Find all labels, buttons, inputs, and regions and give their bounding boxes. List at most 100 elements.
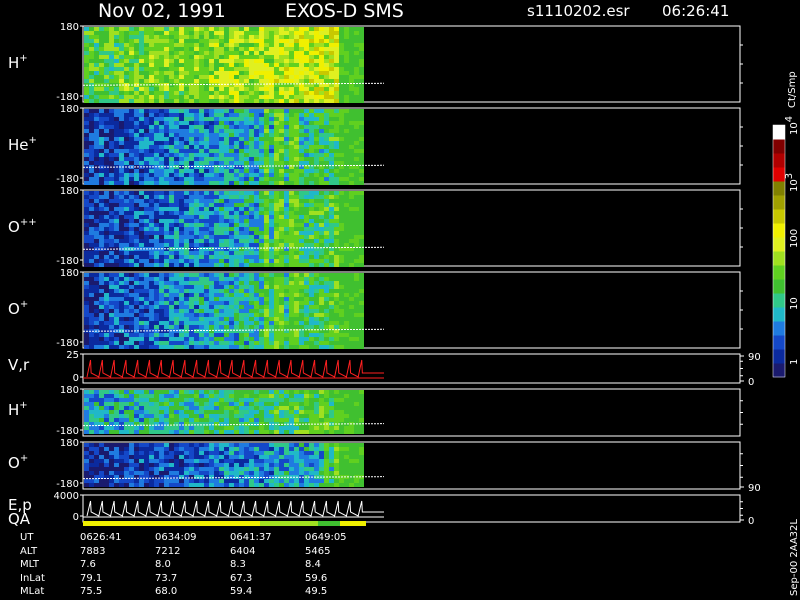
cell (294, 59, 299, 63)
cell (124, 390, 129, 394)
cell (114, 223, 119, 227)
cell (254, 219, 259, 223)
cell (294, 203, 299, 207)
cell (354, 281, 359, 285)
cell (89, 129, 94, 133)
cell (264, 47, 269, 51)
cell (249, 27, 254, 31)
cell (314, 239, 319, 243)
cell (84, 394, 89, 398)
cell (359, 297, 364, 301)
cell (149, 410, 154, 414)
cell (194, 157, 199, 161)
cell (264, 181, 269, 185)
cell (124, 219, 129, 223)
cell (324, 227, 329, 231)
cell (354, 203, 359, 207)
cell (239, 414, 244, 418)
cell (144, 255, 149, 259)
cell (99, 243, 104, 247)
cell (349, 341, 354, 345)
cell (334, 430, 339, 434)
cell (244, 169, 249, 173)
cell (234, 51, 239, 55)
cell (114, 337, 119, 341)
cell (254, 161, 259, 165)
cell (129, 203, 134, 207)
cell (329, 191, 334, 195)
cell (314, 231, 319, 235)
cell (319, 113, 324, 117)
cell (199, 231, 204, 235)
cell (99, 161, 104, 165)
cell (159, 281, 164, 285)
cell (319, 398, 324, 402)
cell (219, 297, 224, 301)
cell (249, 125, 254, 129)
cell (314, 410, 319, 414)
cell (354, 31, 359, 35)
cell (289, 325, 294, 329)
cell (239, 231, 244, 235)
cell (309, 75, 314, 79)
cell (234, 169, 239, 173)
cell (134, 255, 139, 259)
cell (294, 251, 299, 255)
cell (264, 121, 269, 125)
cell (329, 199, 334, 203)
cell (274, 341, 279, 345)
cell (259, 145, 264, 149)
cell (169, 173, 174, 177)
cell (339, 63, 344, 67)
cell (254, 277, 259, 281)
cell (194, 398, 199, 402)
cell (119, 301, 124, 305)
cell (244, 211, 249, 215)
cell (194, 67, 199, 71)
cell (144, 309, 149, 313)
cell (254, 418, 259, 422)
cell (229, 79, 234, 83)
cell (224, 426, 229, 430)
cell (264, 169, 269, 173)
cell (329, 79, 334, 83)
cell (284, 157, 289, 161)
cell (199, 99, 204, 103)
cell (109, 199, 114, 203)
cell (159, 406, 164, 410)
cell (294, 414, 299, 418)
cell (84, 199, 89, 203)
cell (219, 422, 224, 426)
cell (109, 277, 114, 281)
cell (239, 43, 244, 47)
cell (269, 113, 274, 117)
cell (149, 27, 154, 31)
cell (99, 394, 104, 398)
cell (124, 309, 129, 313)
cell (119, 67, 124, 71)
cell (184, 406, 189, 410)
cell (344, 145, 349, 149)
cell (179, 137, 184, 141)
cell (99, 27, 104, 31)
cell (304, 337, 309, 341)
cell (349, 91, 354, 95)
cell (164, 394, 169, 398)
cell (99, 181, 104, 185)
cell (174, 305, 179, 309)
cell (204, 321, 209, 325)
cell (304, 426, 309, 430)
cell (94, 285, 99, 289)
cell (239, 117, 244, 121)
cell (89, 87, 94, 91)
cell (174, 239, 179, 243)
cell (304, 418, 309, 422)
cell (224, 43, 229, 47)
cell (179, 87, 184, 91)
cell (349, 95, 354, 99)
cell (319, 402, 324, 406)
cell (274, 305, 279, 309)
cell (359, 95, 364, 99)
cell (114, 99, 119, 103)
cell (149, 305, 154, 309)
